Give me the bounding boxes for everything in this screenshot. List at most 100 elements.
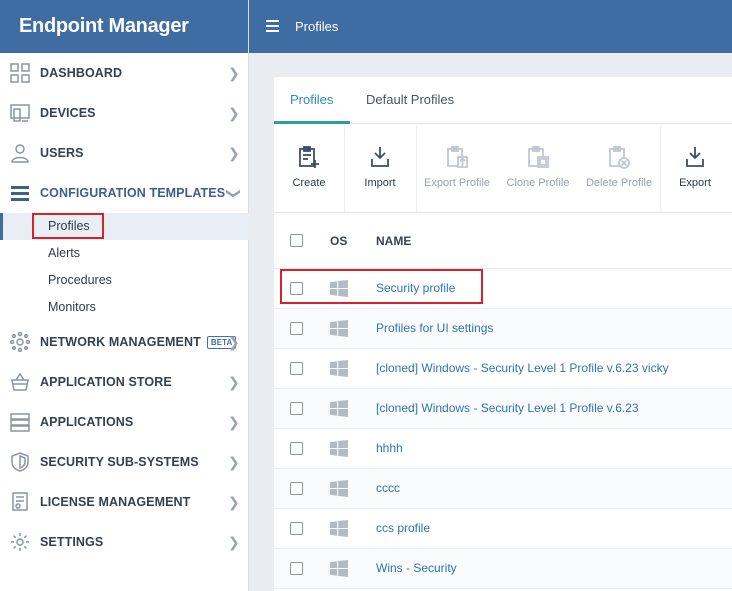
- row-checkbox[interactable]: [290, 282, 303, 295]
- windows-icon: [330, 520, 348, 537]
- chevron-right-icon: ❯: [228, 453, 240, 470]
- sidebar-subitem-monitors[interactable]: Monitors: [0, 294, 249, 321]
- table-row[interactable]: Profiles for UI settings: [274, 309, 732, 349]
- windows-icon: [330, 400, 348, 417]
- table-header: OS NAME: [274, 214, 732, 269]
- export-button[interactable]: Export: [660, 125, 730, 213]
- sidebar-item-label: USERS: [40, 146, 84, 160]
- clone-profile-label: Clone Profile: [506, 177, 570, 189]
- sidebar-subitem-profiles[interactable]: Profiles: [0, 213, 249, 240]
- license-icon: [9, 491, 31, 513]
- row-checkbox[interactable]: [290, 362, 303, 375]
- top-bar: Profiles: [249, 0, 732, 53]
- hamburger-menu-icon[interactable]: [266, 20, 279, 32]
- export-label: Export: [679, 177, 711, 189]
- export-icon: [686, 147, 704, 167]
- sidebar-item-dashboard[interactable]: DASHBOARD ❯: [0, 53, 249, 93]
- table-row[interactable]: Wins - Security: [274, 549, 732, 589]
- profile-name-link[interactable]: [cloned] Windows - Security Level 1 Prof…: [376, 401, 639, 415]
- sidebar-item-applications[interactable]: APPLICATIONS ❯: [0, 402, 249, 442]
- chevron-right-icon: ❯: [228, 64, 240, 81]
- chevron-right-icon: ❯: [228, 373, 240, 390]
- sidebar-item-label: CONFIGURATION TEMPLATES: [40, 186, 226, 200]
- row-checkbox[interactable]: [290, 522, 303, 535]
- windows-icon: [330, 360, 348, 377]
- tab-bar: Profiles Default Profiles: [274, 77, 732, 124]
- delete-profile-icon: [609, 146, 630, 169]
- row-checkbox[interactable]: [290, 482, 303, 495]
- profile-name-link[interactable]: [cloned] Windows - Security Level 1 Prof…: [376, 361, 669, 375]
- sidebar-item-license-management[interactable]: LICENSE MANAGEMENT ❯: [0, 482, 249, 522]
- clone-profile-button[interactable]: Clone Profile: [498, 125, 578, 213]
- chevron-right-icon: ❯: [228, 144, 240, 161]
- windows-icon: [330, 480, 348, 497]
- delete-profile-label: Delete Profile: [585, 177, 653, 189]
- sidebar-item-label: SECURITY SUB-SYSTEMS: [40, 455, 199, 469]
- sidebar-item-configuration-templates[interactable]: CONFIGURATION TEMPLATES ❯: [0, 173, 249, 213]
- profiles-panel: Profiles Default Profiles Create Import …: [274, 77, 732, 591]
- windows-icon: [330, 440, 348, 457]
- sidebar-item-settings[interactable]: SETTINGS ❯: [0, 522, 249, 562]
- chevron-right-icon: ❯: [228, 333, 240, 350]
- chevron-down-icon: ❯: [226, 187, 243, 199]
- sidebar-item-label: LICENSE MANAGEMENT: [40, 495, 191, 509]
- page-title: Profiles: [295, 19, 339, 34]
- clone-profile-icon: [528, 146, 549, 168]
- chevron-right-icon: ❯: [228, 493, 240, 510]
- row-checkbox[interactable]: [290, 562, 303, 575]
- import-icon: [371, 147, 389, 167]
- sidebar-subitem-alerts[interactable]: Alerts: [0, 240, 249, 267]
- table-row[interactable]: Security profile: [274, 269, 732, 309]
- table-row[interactable]: cccc: [274, 469, 732, 509]
- table-row[interactable]: ccs profile: [274, 509, 732, 549]
- export-profile-label: Export Profile: [423, 177, 491, 189]
- profile-name-link[interactable]: ccs profile: [376, 521, 430, 535]
- profile-name-link[interactable]: cccc: [376, 481, 400, 495]
- shield-icon: [9, 451, 31, 473]
- column-header-name[interactable]: NAME: [376, 234, 411, 248]
- table-row[interactable]: hhhh: [274, 429, 732, 469]
- tab-profiles[interactable]: Profiles: [290, 92, 333, 107]
- profile-name-link[interactable]: Security profile: [376, 281, 455, 295]
- export-profile-icon: [447, 146, 468, 168]
- chevron-right-icon: ❯: [228, 533, 240, 550]
- sidebar-item-label: DASHBOARD: [40, 66, 123, 80]
- import-button[interactable]: Import: [344, 125, 416, 213]
- sidebar-item-network-management[interactable]: NETWORK MANAGEMENT BETA ❯: [0, 322, 249, 362]
- row-checkbox[interactable]: [290, 322, 303, 335]
- windows-icon: [330, 320, 348, 337]
- row-checkbox[interactable]: [290, 442, 303, 455]
- sidebar-item-label: APPLICATION STORE: [40, 375, 172, 389]
- create-label: Create: [292, 177, 326, 189]
- network-icon: [9, 331, 31, 353]
- sidebar-item-users[interactable]: USERS ❯: [0, 133, 249, 173]
- select-all-checkbox[interactable]: [290, 234, 303, 247]
- row-checkbox[interactable]: [290, 402, 303, 415]
- table-row[interactable]: [cloned] Windows - Security Level 1 Prof…: [274, 349, 732, 389]
- create-button[interactable]: Create: [274, 125, 344, 213]
- profile-name-link[interactable]: hhhh: [376, 441, 403, 455]
- tab-default-profiles[interactable]: Default Profiles: [366, 92, 454, 107]
- dashboard-icon: [9, 62, 31, 84]
- active-tab-indicator: [274, 121, 350, 124]
- column-header-os: OS: [330, 234, 348, 248]
- sidebar-item-security-sub-systems[interactable]: SECURITY SUB-SYSTEMS ❯: [0, 442, 249, 482]
- sidebar: Endpoint Manager DASHBOARD ❯ DEVICES ❯ U…: [0, 0, 249, 591]
- profile-name-link[interactable]: Profiles for UI settings: [376, 321, 493, 335]
- gear-icon: [9, 531, 31, 553]
- sidebar-item-label: NETWORK MANAGEMENT BETA: [40, 335, 237, 349]
- server-icon: [9, 411, 31, 433]
- sidebar-item-devices[interactable]: DEVICES ❯: [0, 93, 249, 133]
- sidebar-subitem-procedures[interactable]: Procedures: [0, 267, 249, 294]
- layers-icon: [9, 182, 31, 204]
- table-row[interactable]: [cloned] Windows - Security Level 1 Prof…: [274, 389, 732, 429]
- devices-icon: [9, 102, 31, 124]
- user-icon: [9, 142, 31, 164]
- profile-name-link[interactable]: Wins - Security: [376, 561, 457, 575]
- basket-icon: [9, 371, 31, 393]
- delete-profile-button[interactable]: Delete Profile: [578, 125, 660, 213]
- create-icon: [299, 146, 319, 168]
- sidebar-item-application-store[interactable]: APPLICATION STORE ❯: [0, 362, 249, 402]
- export-profile-button[interactable]: Export Profile: [416, 125, 498, 213]
- windows-icon: [330, 280, 348, 297]
